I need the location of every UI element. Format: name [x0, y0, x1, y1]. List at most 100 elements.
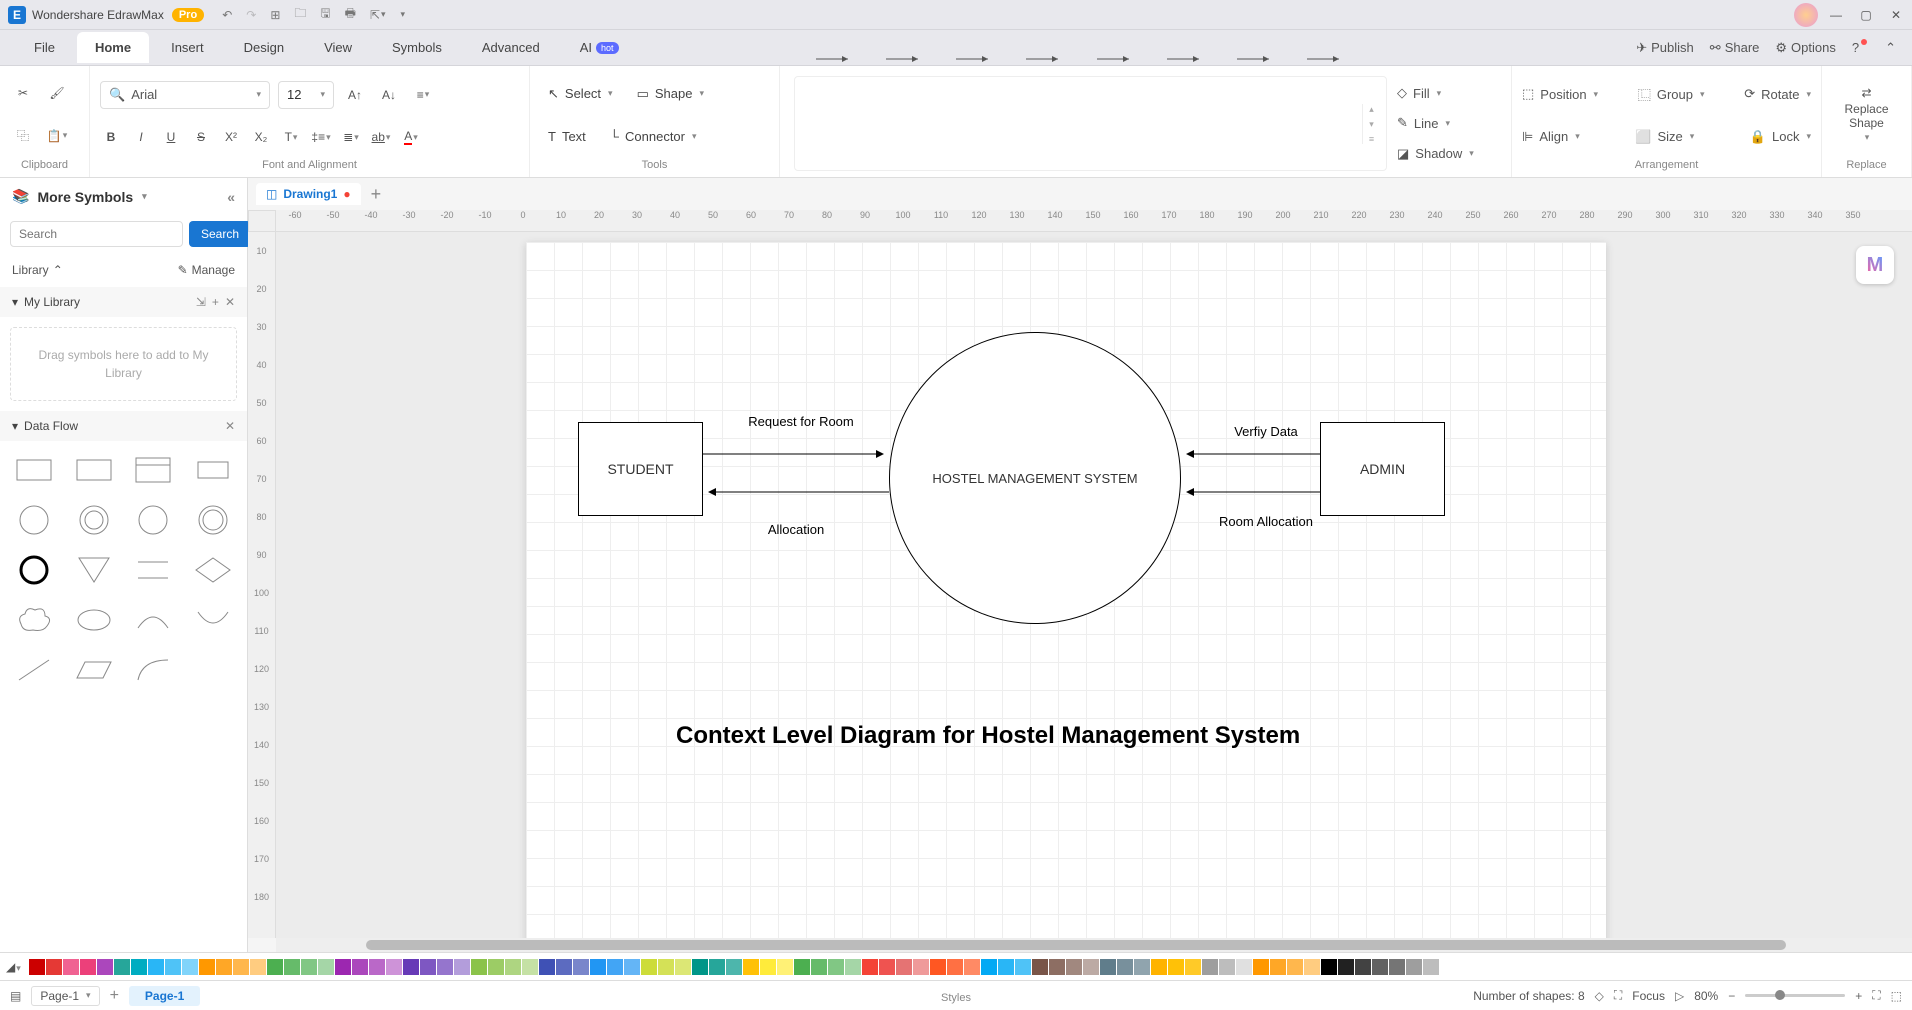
- color-swatch[interactable]: [947, 959, 963, 975]
- redo-icon[interactable]: ↷: [246, 8, 256, 22]
- color-swatch[interactable]: [386, 959, 402, 975]
- label-allocation[interactable]: Allocation: [736, 522, 856, 537]
- color-swatch[interactable]: [1236, 959, 1252, 975]
- fill-bucket-icon[interactable]: ◢▾: [6, 960, 21, 974]
- cut-icon[interactable]: ✂: [10, 80, 36, 106]
- color-swatch[interactable]: [1372, 959, 1388, 975]
- color-swatch[interactable]: [267, 959, 283, 975]
- connector-style-gallery[interactable]: ▴▾≡: [794, 76, 1387, 171]
- align-dropdown[interactable]: ⊫Align▾: [1522, 129, 1580, 145]
- shape-curve[interactable]: [130, 651, 178, 689]
- color-swatch[interactable]: [556, 959, 572, 975]
- tab-advanced[interactable]: Advanced: [464, 32, 558, 63]
- color-swatch[interactable]: [1304, 959, 1320, 975]
- shape-rect3[interactable]: [189, 451, 237, 489]
- open-icon[interactable]: 🗀: [294, 4, 306, 25]
- strikethrough-icon[interactable]: S: [190, 126, 212, 148]
- color-swatch[interactable]: [658, 959, 674, 975]
- color-swatch[interactable]: [539, 959, 555, 975]
- color-swatch[interactable]: [896, 959, 912, 975]
- group-dropdown[interactable]: ⿺Group▾: [1638, 85, 1705, 104]
- color-swatch[interactable]: [641, 959, 657, 975]
- collapse-ribbon-icon[interactable]: ⌃: [1885, 40, 1896, 56]
- color-swatch[interactable]: [1389, 959, 1405, 975]
- shadow-dropdown[interactable]: ◪Shadow▾: [1397, 146, 1495, 162]
- close-lib-icon[interactable]: ✕: [225, 295, 235, 309]
- color-swatch[interactable]: [1134, 959, 1150, 975]
- rotate-dropdown[interactable]: ⟳Rotate▾: [1744, 86, 1811, 102]
- color-swatch[interactable]: [998, 959, 1014, 975]
- color-swatch[interactable]: [284, 959, 300, 975]
- print-icon[interactable]: 🖶: [345, 4, 356, 25]
- color-swatch[interactable]: [505, 959, 521, 975]
- color-swatch[interactable]: [913, 959, 929, 975]
- color-swatch[interactable]: [1015, 959, 1031, 975]
- replace-shape-button[interactable]: ⇄ Replace Shape▾: [1838, 82, 1894, 147]
- color-swatch[interactable]: [828, 959, 844, 975]
- tab-home[interactable]: Home: [77, 32, 149, 63]
- color-swatch[interactable]: [879, 959, 895, 975]
- entity-admin[interactable]: ADMIN: [1320, 422, 1445, 516]
- shape-donut[interactable]: [70, 501, 118, 539]
- label-room-alloc[interactable]: Room Allocation: [1206, 514, 1326, 529]
- shape-bold-circle[interactable]: [10, 551, 58, 589]
- maximize-icon[interactable]: ▢: [1858, 8, 1874, 22]
- color-swatch[interactable]: [692, 959, 708, 975]
- color-swatch[interactable]: [488, 959, 504, 975]
- color-swatch[interactable]: [930, 959, 946, 975]
- color-swatch[interactable]: [1406, 959, 1422, 975]
- process-hostel-system[interactable]: HOSTEL MANAGEMENT SYSTEM: [889, 332, 1181, 624]
- underline-icon[interactable]: U: [160, 126, 182, 148]
- label-request[interactable]: Request for Room: [736, 414, 866, 429]
- superscript-icon[interactable]: X²: [220, 126, 242, 148]
- zoom-slider[interactable]: [1745, 994, 1845, 997]
- publish-button[interactable]: ✈Publish: [1636, 40, 1694, 56]
- shape-diamond[interactable]: [189, 551, 237, 589]
- color-swatch[interactable]: [1151, 959, 1167, 975]
- symbol-search-input[interactable]: [10, 221, 183, 247]
- manage-link[interactable]: ✎ Manage: [178, 263, 235, 277]
- decrease-font-icon[interactable]: A↓: [376, 82, 402, 108]
- color-swatch[interactable]: [777, 959, 793, 975]
- shape-rect-header[interactable]: [130, 451, 178, 489]
- user-avatar[interactable]: [1794, 3, 1818, 27]
- color-swatch[interactable]: [726, 959, 742, 975]
- color-swatch[interactable]: [624, 959, 640, 975]
- export-icon[interactable]: ⇱▾: [370, 8, 386, 22]
- bold-icon[interactable]: B: [100, 126, 122, 148]
- line-dropdown[interactable]: ✎Line▾: [1397, 115, 1495, 131]
- color-swatch[interactable]: [1219, 959, 1235, 975]
- new-document-icon[interactable]: +: [371, 184, 382, 205]
- color-swatch[interactable]: [964, 959, 980, 975]
- library-toggle[interactable]: Library ⌃: [12, 263, 63, 277]
- sidebar-title[interactable]: More Symbols: [37, 189, 133, 205]
- add-lib-icon[interactable]: +: [212, 295, 219, 309]
- font-size-select[interactable]: 12▾: [278, 81, 334, 109]
- color-swatch[interactable]: [1032, 959, 1048, 975]
- color-swatch[interactable]: [165, 959, 181, 975]
- my-library-header[interactable]: ▾ My Library ⇲+✕: [0, 287, 247, 317]
- page[interactable]: STUDENT HOSTEL MANAGEMENT SYSTEM ADMIN R: [526, 242, 1606, 938]
- color-swatch[interactable]: [981, 959, 997, 975]
- color-swatch[interactable]: [1066, 959, 1082, 975]
- color-swatch[interactable]: [454, 959, 470, 975]
- font-family-select[interactable]: 🔍Arial▾: [100, 81, 270, 109]
- tab-design[interactable]: Design: [226, 32, 302, 63]
- color-swatch[interactable]: [1423, 959, 1439, 975]
- case-icon[interactable]: T▾: [280, 126, 302, 148]
- horizontal-scrollbar[interactable]: [276, 938, 1912, 952]
- text-align-icon[interactable]: ≡▾: [410, 82, 436, 108]
- color-swatch[interactable]: [1202, 959, 1218, 975]
- label-verify[interactable]: Verfiy Data: [1206, 424, 1326, 439]
- paste-icon[interactable]: 📋▾: [44, 123, 70, 149]
- options-button[interactable]: ⚙Options: [1775, 40, 1835, 56]
- tab-view[interactable]: View: [306, 32, 370, 63]
- color-swatch[interactable]: [420, 959, 436, 975]
- color-swatch[interactable]: [131, 959, 147, 975]
- collapse-sidebar-icon[interactable]: «: [227, 189, 235, 205]
- gallery-more-icon[interactable]: ≡: [1369, 134, 1374, 144]
- color-swatch[interactable]: [1253, 959, 1269, 975]
- subscript-icon[interactable]: X₂: [250, 126, 272, 148]
- color-swatch[interactable]: [29, 959, 45, 975]
- minimize-icon[interactable]: —: [1828, 8, 1844, 22]
